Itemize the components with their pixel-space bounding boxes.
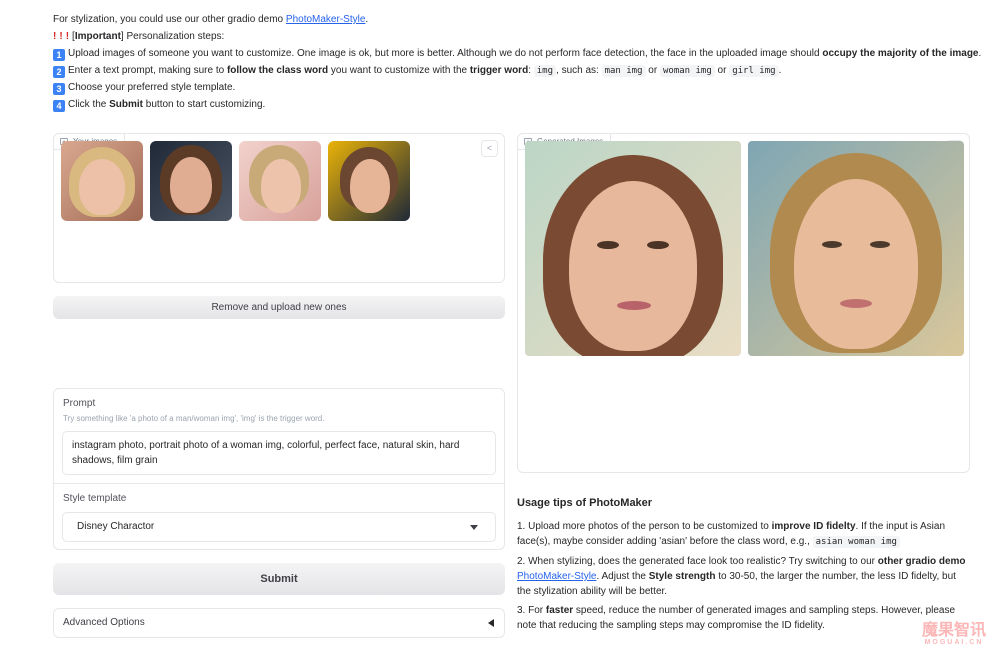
step-2-text: you want to customize with the bbox=[328, 65, 470, 76]
step-3: 3 Choose your preferred style template. bbox=[53, 79, 993, 96]
intro-text: For stylization, you could use our other… bbox=[53, 14, 286, 25]
step-2-text: or bbox=[714, 65, 730, 76]
advanced-options-accordion[interactable]: Advanced Options bbox=[53, 608, 505, 638]
uploaded-image-3[interactable] bbox=[239, 141, 321, 221]
step-4-bold: Submit bbox=[109, 99, 144, 110]
watermark-text: 魔果智讯 bbox=[921, 622, 986, 639]
tip-bold: faster bbox=[545, 605, 574, 616]
tip-1: 1. Upload more photos of the person to b… bbox=[517, 519, 972, 550]
share-icon[interactable]: < bbox=[481, 140, 498, 157]
submit-button[interactable]: Submit bbox=[53, 563, 505, 595]
step-1-bold: occupy the majority of the image bbox=[822, 48, 979, 59]
step-2-text: : bbox=[528, 65, 534, 76]
prompt-input[interactable]: instagram photo, portrait photo of a wom… bbox=[62, 431, 496, 475]
style-template-dropdown[interactable]: Disney Charactor bbox=[62, 512, 496, 542]
step-2-end: . bbox=[778, 65, 782, 76]
prompt-block: Prompt Try something like 'a photo of a … bbox=[53, 388, 505, 550]
step-2-text: , such as: bbox=[556, 65, 602, 76]
tip-bold: other gradio demo bbox=[877, 556, 966, 567]
exclamation-icon: ! bbox=[65, 31, 70, 42]
style-template-value: Disney Charactor bbox=[77, 521, 155, 532]
step-2-text: Enter a text prompt, making sure to bbox=[68, 65, 227, 76]
uploaded-image-4[interactable] bbox=[328, 141, 410, 221]
example-code: man img bbox=[601, 65, 646, 77]
watermark-subtext: MOGUAI.CN bbox=[924, 639, 984, 646]
step-2-bold: trigger word bbox=[469, 65, 529, 76]
usage-tips-heading: Usage tips of PhotoMaker bbox=[517, 497, 653, 509]
prompt-hint: Try something like 'a photo of a man/wom… bbox=[63, 414, 325, 423]
exclamation-icon: ! bbox=[53, 31, 57, 42]
step-2: 2 Enter a text prompt, making sure to fol… bbox=[53, 62, 993, 79]
tip-code: asian woman img bbox=[812, 536, 900, 548]
tip-3: 3. For faster speed, reduce the number o… bbox=[517, 603, 972, 633]
usage-tips: Usage tips of PhotoMaker 1. Upload more … bbox=[517, 497, 972, 637]
generated-images-gallery[interactable]: Generated Images < bbox=[517, 133, 970, 473]
tip-text: . Adjust the bbox=[596, 571, 649, 582]
step-2-text: or bbox=[645, 65, 660, 76]
divider bbox=[54, 483, 504, 484]
steps-heading: Personalization steps: bbox=[123, 31, 225, 42]
step-4-text: Click the bbox=[68, 99, 110, 110]
example-code: woman img bbox=[659, 65, 715, 77]
style-template-label: Style template bbox=[63, 493, 127, 504]
tip-2: 2. When stylizing, does the generated fa… bbox=[517, 554, 972, 599]
your-images-gallery[interactable]: Your images < bbox=[53, 133, 505, 283]
keycap-4-icon: 4 bbox=[53, 100, 65, 112]
step-4: 4 Click the Submit button to start custom… bbox=[53, 96, 993, 113]
watermark-logo: 魔果智讯 MOGUAI.CN bbox=[922, 623, 986, 647]
tip-bold: Style strength bbox=[648, 571, 716, 582]
tip-text: 2. When stylizing, does the generated fa… bbox=[517, 556, 878, 567]
intro-line-2: !!! [Important] Personalization steps: bbox=[53, 31, 225, 42]
generated-image-1[interactable] bbox=[525, 141, 741, 356]
tip-text: 1. Upload more photos of the person to b… bbox=[517, 521, 772, 532]
step-2-bold: follow the class word bbox=[226, 65, 329, 76]
generated-image-2[interactable] bbox=[748, 141, 964, 356]
remove-and-upload-button[interactable]: Remove and upload new ones bbox=[53, 296, 505, 319]
keycap-2-icon: 2 bbox=[53, 66, 65, 78]
step-1-text: Upload images of someone you want to cus… bbox=[68, 48, 823, 59]
uploaded-image-2[interactable] bbox=[150, 141, 232, 221]
advanced-options-label: Advanced Options bbox=[63, 617, 145, 628]
trigger-word-code: img bbox=[533, 65, 557, 77]
photomaker-style-link[interactable]: PhotoMaker-Style bbox=[286, 14, 365, 25]
step-1-end: . bbox=[978, 48, 982, 59]
keycap-1-icon: 1 bbox=[53, 49, 65, 61]
instructions: For stylization, you could use our other… bbox=[53, 11, 993, 113]
keycap-3-icon: 3 bbox=[53, 83, 65, 95]
step-1: 1 Upload images of someone you want to cu… bbox=[53, 45, 993, 62]
step-3-text: Choose your preferred style template. bbox=[68, 82, 236, 93]
dropdown-caret-icon bbox=[470, 525, 478, 530]
exclamation-icon: ! bbox=[59, 31, 63, 42]
example-code: girl img bbox=[729, 65, 779, 77]
intro-end: . bbox=[365, 14, 369, 25]
uploaded-image-1[interactable] bbox=[61, 141, 143, 221]
important-label: Important bbox=[74, 31, 121, 42]
prompt-label: Prompt bbox=[63, 398, 96, 409]
tip-text: speed, reduce the number of generated im… bbox=[517, 605, 956, 631]
collapse-caret-icon bbox=[488, 619, 494, 627]
intro-line-1: For stylization, you could use our other… bbox=[53, 11, 993, 28]
step-4-text: button to start customizing. bbox=[143, 99, 266, 110]
tip-text: 3. For bbox=[517, 605, 546, 616]
photomaker-style-link[interactable]: PhotoMaker-Style bbox=[517, 571, 596, 582]
tip-bold: improve ID fidelty bbox=[771, 521, 856, 532]
